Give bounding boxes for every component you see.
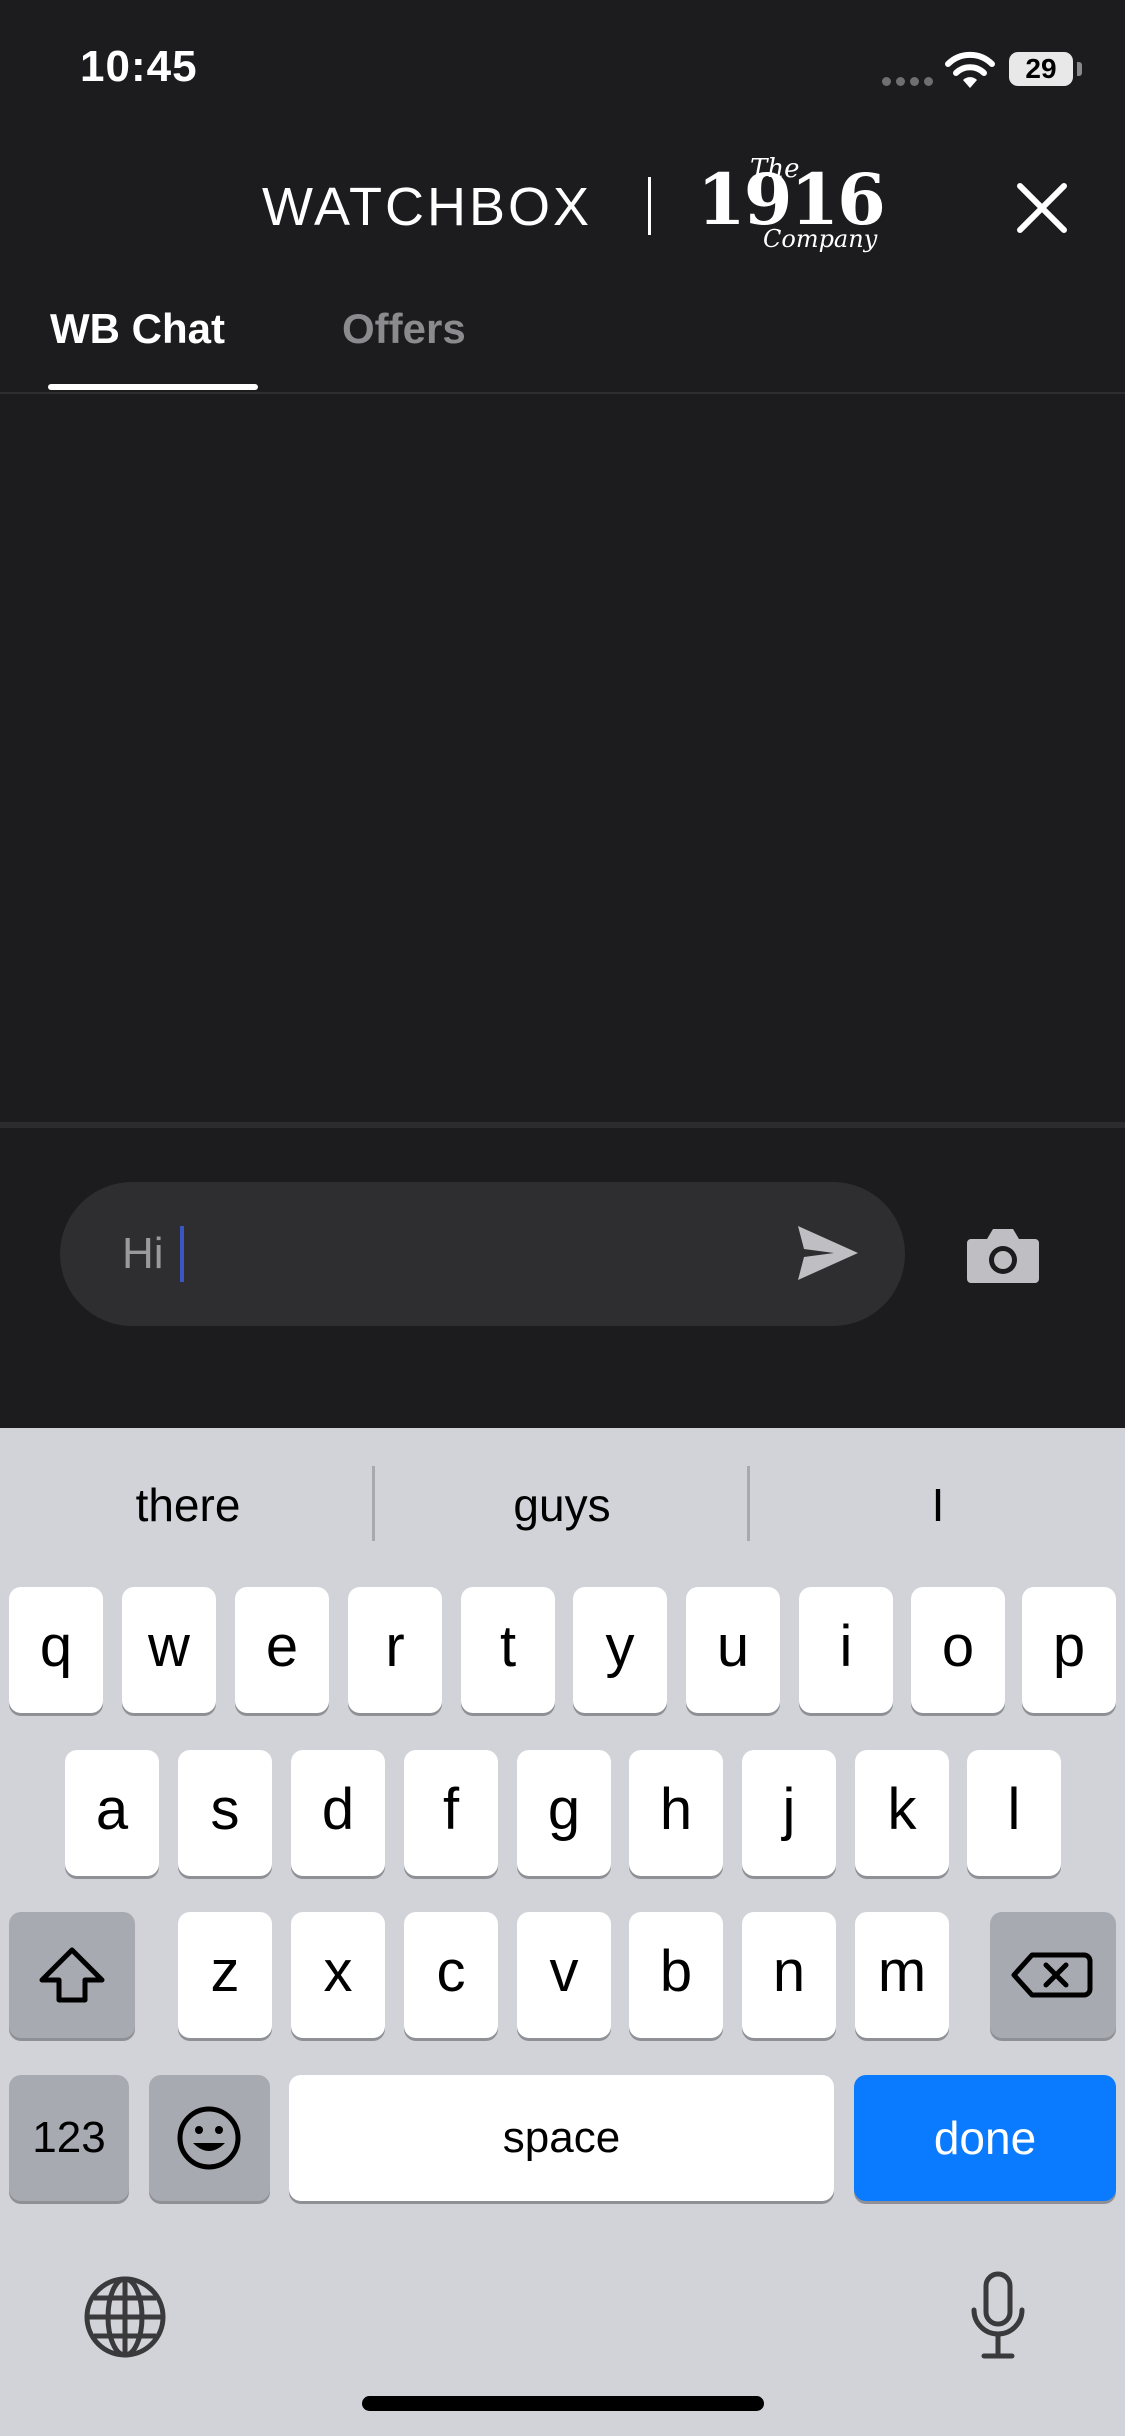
key-z[interactable]: z	[178, 1912, 272, 2038]
tab-wb-chat[interactable]: WB Chat	[50, 305, 225, 353]
suggestion-divider	[372, 1466, 375, 1541]
status-time: 10:45	[80, 42, 198, 91]
message-input-text: Hi	[122, 1229, 164, 1278]
send-button[interactable]	[796, 1224, 860, 1282]
globe-icon[interactable]	[82, 2274, 168, 2360]
active-tab-indicator	[48, 384, 258, 390]
key-t[interactable]: t	[461, 1587, 555, 1713]
space-key[interactable]: space	[289, 2075, 834, 2201]
chat-messages-area[interactable]	[0, 394, 1125, 1122]
suggestion-there[interactable]: there	[38, 1478, 338, 1532]
emoji-icon	[177, 2106, 241, 2170]
suggestion-i[interactable]: I	[788, 1478, 1088, 1532]
message-input[interactable]	[60, 1182, 905, 1326]
key-u[interactable]: u	[686, 1587, 780, 1713]
close-button[interactable]	[1012, 178, 1072, 238]
suggestion-divider	[747, 1466, 750, 1541]
key-a[interactable]: a	[65, 1750, 159, 1876]
key-b[interactable]: b	[629, 1912, 723, 2038]
key-f[interactable]: f	[404, 1750, 498, 1876]
numbers-key[interactable]: 123	[9, 2075, 129, 2201]
battery-level: 29	[1009, 52, 1073, 86]
key-q[interactable]: q	[9, 1587, 103, 1713]
wifi-icon	[945, 51, 995, 88]
microphone-icon[interactable]	[966, 2270, 1030, 2362]
brand-logo-watchbox: WATCHBOX	[262, 177, 592, 237]
backspace-icon	[1011, 1952, 1093, 1998]
key-d[interactable]: d	[291, 1750, 385, 1876]
key-h[interactable]: h	[629, 1750, 723, 1876]
emoji-key[interactable]	[149, 2075, 270, 2201]
key-o[interactable]: o	[911, 1587, 1005, 1713]
key-i[interactable]: i	[799, 1587, 893, 1713]
key-j[interactable]: j	[742, 1750, 836, 1876]
key-m[interactable]: m	[855, 1912, 949, 2038]
key-k[interactable]: k	[855, 1750, 949, 1876]
shift-key[interactable]	[9, 1912, 135, 2038]
key-c[interactable]: c	[404, 1912, 498, 2038]
key-v[interactable]: v	[517, 1912, 611, 2038]
key-x[interactable]: x	[291, 1912, 385, 2038]
key-e[interactable]: e	[235, 1587, 329, 1713]
brand-logo-company: Company	[763, 225, 878, 253]
shift-icon	[39, 1947, 105, 2003]
key-n[interactable]: n	[742, 1912, 836, 2038]
delete-key[interactable]	[990, 1912, 1116, 2038]
suggestion-guys[interactable]: guys	[412, 1478, 712, 1532]
key-w[interactable]: w	[122, 1587, 216, 1713]
key-g[interactable]: g	[517, 1750, 611, 1876]
camera-icon	[967, 1229, 1039, 1283]
key-l[interactable]: l	[967, 1750, 1061, 1876]
key-y[interactable]: y	[573, 1587, 667, 1713]
home-indicator[interactable]	[362, 2396, 764, 2411]
battery-icon	[1077, 62, 1082, 76]
brand-divider	[648, 177, 651, 235]
send-icon	[798, 1226, 858, 1280]
key-s[interactable]: s	[178, 1750, 272, 1876]
tab-offers[interactable]: Offers	[342, 305, 466, 353]
text-cursor	[180, 1226, 184, 1282]
key-p[interactable]: p	[1022, 1587, 1116, 1713]
composer-divider	[0, 1122, 1125, 1128]
done-key[interactable]: done	[854, 2075, 1116, 2201]
camera-button[interactable]	[965, 1225, 1041, 1285]
close-icon	[1017, 183, 1067, 233]
key-r[interactable]: r	[348, 1587, 442, 1713]
